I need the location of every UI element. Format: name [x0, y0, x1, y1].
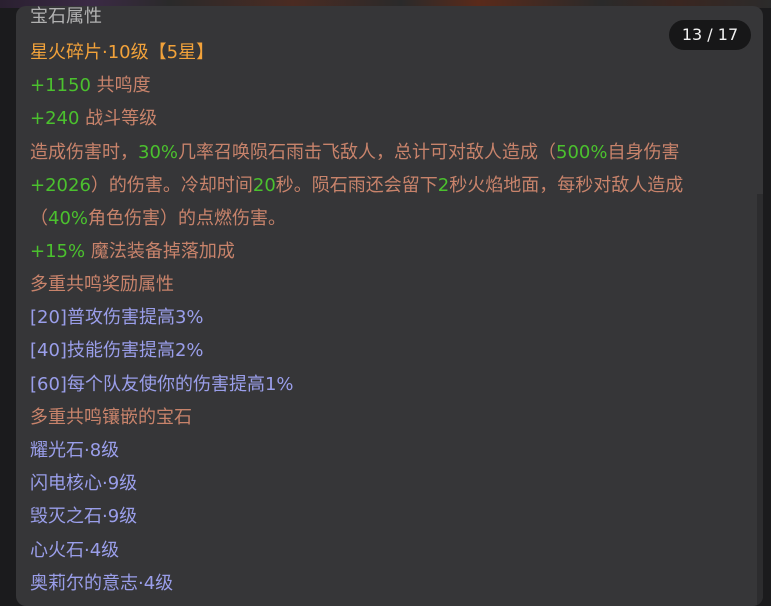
effect-text: 秒火焰地面，每秒对敌人造成: [449, 175, 684, 196]
stat-combat-level: +240 战斗等级: [30, 102, 750, 135]
embedded-gem-item: 心火石·4级: [30, 540, 120, 561]
gem-title: 星火碎片·10级【5星】: [30, 42, 215, 63]
embedded-gem-item: 毁灭之石·9级: [30, 506, 138, 527]
embedded-gems-heading: 多重共鸣镶嵌的宝石: [30, 407, 192, 428]
scrollbar[interactable]: [757, 194, 763, 606]
stat-resonance-value: +1150: [30, 75, 91, 96]
effect-text: 自身伤害: [607, 142, 680, 163]
resonance-bonus-item: [20]普攻伤害提高3%: [30, 307, 204, 328]
effect-line-3: （40%角色伤害）的点燃伤害。: [30, 202, 750, 235]
stat-resonance: +1150 共鸣度: [30, 69, 750, 102]
effect-text: 几率召唤陨石雨击飞敌人，总计可对敌人造成（: [178, 142, 557, 163]
embedded-gem-item: 奥莉尔的意志·4级: [30, 573, 174, 594]
resonance-bonus-heading: 多重共鸣奖励属性: [30, 274, 174, 295]
drop-bonus: +15% 魔法装备掉落加成: [30, 235, 750, 268]
embedded-gem-item: 闪电核心·9级: [30, 473, 138, 494]
stat-resonance-label: 共鸣度: [90, 75, 151, 96]
gem-attributes-heading: 宝石属性: [30, 6, 102, 27]
effect-text: 角色伤害）的点燃伤害。: [88, 208, 287, 229]
effect-value: 20: [252, 175, 276, 196]
stat-combat-level-value: +240: [30, 108, 80, 129]
effect-text: 秒。陨石雨还会留下: [275, 175, 438, 196]
effect-text: （: [30, 208, 48, 229]
effect-line-2: +2026）的伤害。冷却时间20秒。陨石雨还会留下2秒火焰地面，每秒对敌人造成: [30, 169, 750, 202]
effect-text: 造成伤害时，: [30, 142, 138, 163]
effect-value: +2026: [30, 175, 91, 196]
effect-value: 40%: [48, 208, 89, 229]
effect-text: ）的伤害。冷却时间: [90, 175, 253, 196]
drop-bonus-value: +15%: [30, 241, 86, 262]
stat-combat-level-label: 战斗等级: [79, 108, 158, 129]
drop-bonus-label: 魔法装备掉落加成: [85, 241, 235, 262]
effect-line-1: 造成伤害时，30%几率召唤陨石雨击飞敌人，总计可对敌人造成（500%自身伤害: [30, 136, 750, 169]
resonance-bonus-item: [40]技能伤害提高2%: [30, 340, 204, 361]
effect-value: 500%: [556, 142, 608, 163]
gem-tooltip-panel: 13 / 17 宝石属性 星火碎片·10级【5星】 +1150 共鸣度 +240…: [16, 6, 763, 606]
embedded-gem-item: 耀光石·8级: [30, 440, 120, 461]
resonance-bonus-item: [60]每个队友使你的伤害提高1%: [30, 374, 294, 395]
effect-value: 2: [437, 175, 450, 196]
effect-value: 30%: [138, 142, 179, 163]
